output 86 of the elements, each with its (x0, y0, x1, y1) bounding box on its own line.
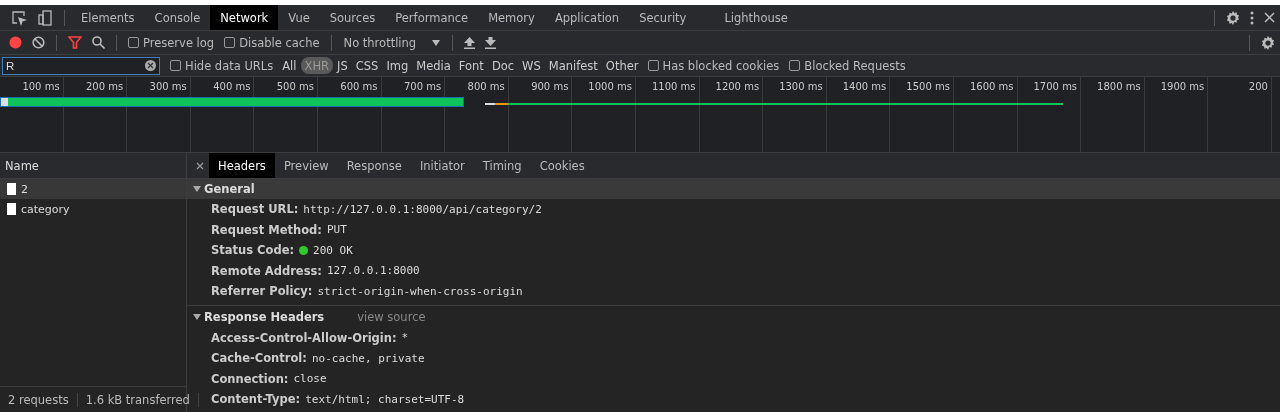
panel-tab[interactable]: Elements (71, 5, 145, 30)
detail-tab[interactable]: Headers (209, 153, 275, 178)
panel-tab[interactable]: Vue (278, 5, 320, 30)
detail-tab[interactable]: Timing (473, 153, 531, 178)
status-text: 2 requests (0, 392, 78, 407)
time-tick-label: 1600 ms (969, 81, 1014, 92)
type-filter[interactable]: JS (333, 57, 352, 74)
time-tick-label: 1800 ms (1097, 81, 1141, 92)
time-tick-label: 100 ms (22, 81, 60, 92)
header-value: 127.0.0.1:8000 (326, 264, 420, 278)
checkbox[interactable]: Has blocked cookies (647, 58, 780, 73)
time-tick-label: 1200 ms (715, 81, 760, 92)
column-header[interactable]: Name (0, 153, 186, 179)
time-tick-label: 1300 ms (779, 81, 823, 92)
header-value: 200 OK (313, 243, 353, 257)
panel-tab[interactable]: Security (629, 5, 697, 30)
header-value: strict-origin-when-cross-origin (317, 284, 523, 298)
caret-icon (432, 39, 441, 46)
status-dot-icon (299, 245, 309, 255)
type-filter[interactable]: All (278, 57, 301, 74)
time-tick-label: 600 ms (340, 81, 378, 92)
panel-tab[interactable]: Memory (478, 5, 545, 30)
header-value: PUT (326, 223, 347, 237)
time-tick-label: 700 ms (403, 81, 442, 92)
filter-field[interactable]: R (2, 56, 160, 75)
header-name: Content-Type: (211, 392, 301, 407)
header-value: * (401, 331, 409, 345)
type-filter[interactable]: Img (382, 57, 413, 74)
detail-tab[interactable]: Initiator (410, 153, 474, 178)
header-name: Request URL: (211, 202, 299, 217)
throttling-dropdown[interactable]: No throttling (337, 31, 447, 54)
panel-tab[interactable]: Lighthouse (714, 5, 798, 30)
time-tick-label: 1400 ms (842, 81, 887, 92)
file-icon (7, 183, 16, 195)
panel-tab[interactable]: Sources (319, 5, 386, 30)
checkbox[interactable]: Blocked Requests (789, 58, 906, 73)
type-filter[interactable]: Doc (487, 57, 519, 74)
detail-tab[interactable]: Preview (274, 153, 338, 178)
panel-tab[interactable]: Performance (385, 5, 479, 30)
section-header[interactable]: General (187, 179, 1280, 199)
section-header[interactable]: Response Headers view source (187, 305, 1280, 328)
clear-input-icon[interactable] (145, 60, 156, 71)
view-source-link[interactable]: view source (357, 309, 426, 324)
time-tick-label: 900 ms (531, 81, 569, 92)
type-filter[interactable]: WS (518, 57, 545, 74)
detail-tab[interactable]: Cookies (530, 153, 594, 178)
time-tick-label: 800 ms (467, 81, 505, 92)
checkbox[interactable]: Preserve log (128, 35, 215, 50)
time-tick-label: 1000 ms (588, 81, 632, 92)
type-filter[interactable]: Manifest (544, 57, 602, 74)
time-tick-label: 300 ms (149, 81, 187, 92)
request-row[interactable]: 2 (0, 179, 186, 199)
header-name: Access-Control-Allow-Origin: (211, 330, 397, 345)
type-filter[interactable]: Media (412, 57, 455, 74)
header-name: Request Method: (211, 222, 322, 237)
header-name: Status Code: (211, 243, 295, 258)
panel-tab[interactable]: Network (210, 5, 279, 30)
header-name: Cache-Control: (211, 351, 307, 366)
time-tick-label: 200 ms (85, 81, 124, 92)
time-tick-label: 1700 ms (1033, 81, 1078, 92)
time-tick-label: 1900 ms (1160, 81, 1205, 92)
type-filter[interactable]: Font (454, 57, 488, 74)
time-tick-label: 1100 ms (651, 81, 696, 92)
detail-tab[interactable]: Response (337, 153, 411, 178)
header-name: Remote Address: (211, 263, 322, 278)
header-name: Referrer Policy: (211, 284, 313, 299)
checkbox[interactable]: Hide data URLs (170, 58, 274, 73)
header-value: close (293, 372, 327, 386)
header-value: text/html; charset=UTF-8 (305, 392, 465, 406)
triangle-icon (193, 185, 201, 193)
time-tick-label: 400 ms (213, 81, 251, 92)
type-filter[interactable]: CSS (351, 57, 383, 74)
request-row[interactable]: category (0, 199, 186, 219)
status-text: 1.6 kB transferred (77, 392, 199, 407)
time-tick-label: 500 ms (276, 81, 314, 92)
checkbox[interactable]: Disable cache (224, 35, 320, 50)
triangle-icon (193, 312, 201, 321)
time-tick-label: 1500 ms (906, 81, 950, 92)
time-tick-label: 200 (1248, 81, 1268, 92)
type-filter[interactable]: Other (601, 57, 643, 74)
header-value: no-cache, private (311, 351, 425, 365)
header-name: Connection: (211, 371, 289, 386)
panel-tab[interactable]: Console (144, 5, 211, 30)
file-icon (7, 203, 16, 215)
panel-tab[interactable]: Application (544, 5, 630, 30)
header-value: http://127.0.0.1:8000/api/category/2 (303, 202, 542, 216)
